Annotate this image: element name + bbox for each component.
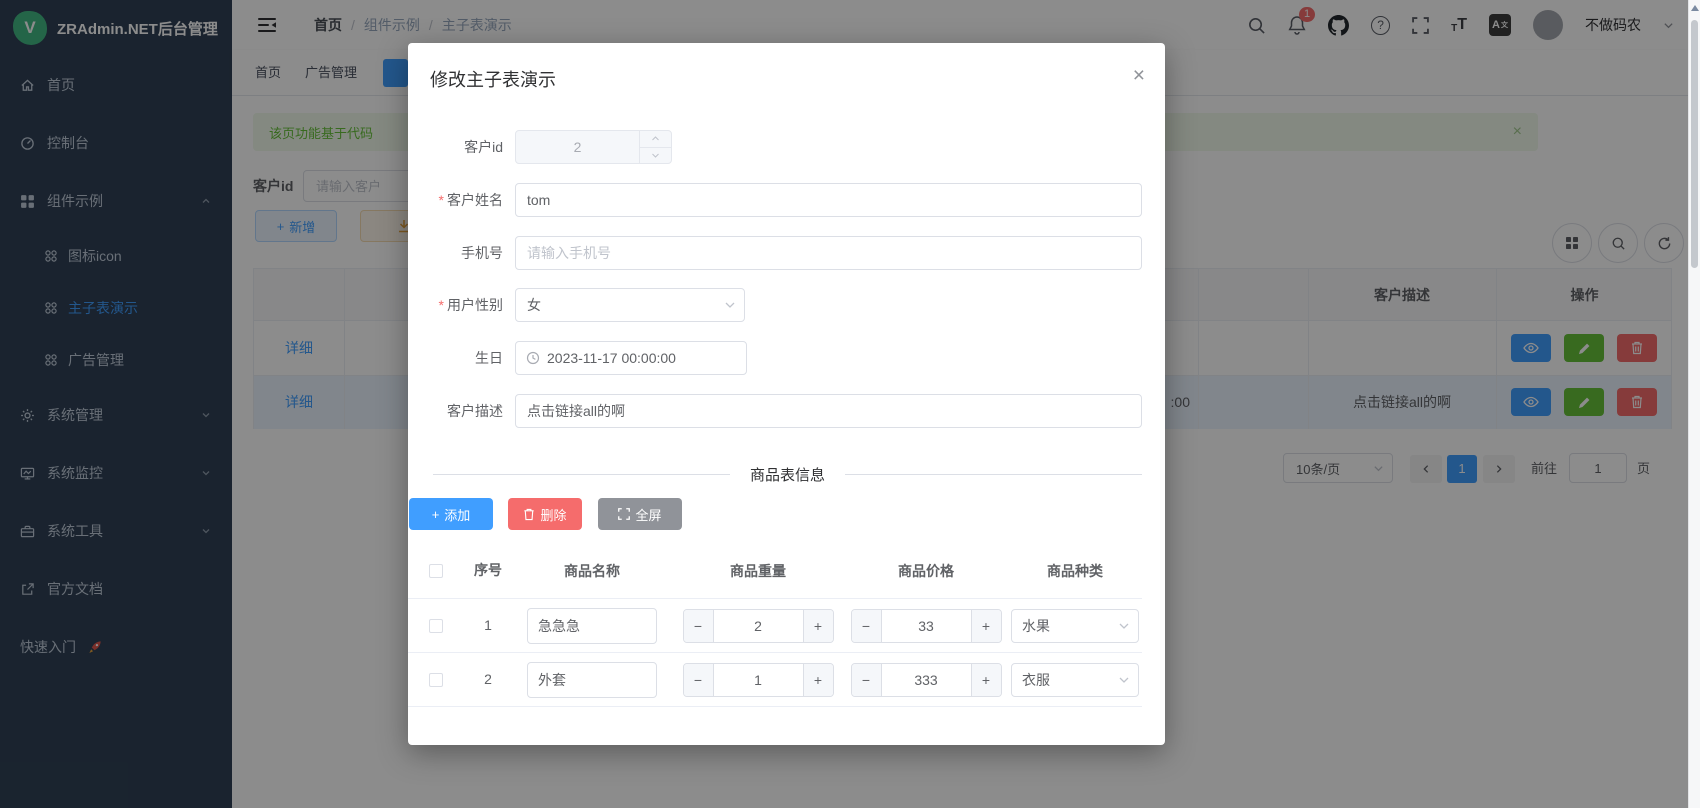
increase-button[interactable]: + — [971, 664, 1001, 696]
product-fullscreen-button[interactable]: 全屏 — [598, 498, 682, 530]
column-header-weight: 商品重量 — [672, 561, 844, 581]
product-table-header: 序号 商品名称 商品重量 商品价格 商品种类 — [408, 543, 1142, 599]
trash-icon — [523, 508, 535, 521]
row-index: 1 — [464, 616, 512, 634]
increase-button[interactable]: + — [971, 610, 1001, 642]
edit-dialog: 修改主子表演示 × 客户id 2 *客户姓名 手机号 *用户性别 女 生日 20… — [408, 43, 1165, 745]
product-table: 序号 商品名称 商品重量 商品价格 商品种类 1 − 2 + − 33 + — [408, 543, 1142, 707]
product-add-button[interactable]: + 添加 — [409, 498, 493, 530]
weight-stepper: − 2 + — [683, 609, 834, 643]
decrease-button[interactable]: − — [852, 664, 882, 696]
section-title: 商品表信息 — [730, 464, 845, 485]
column-header-price: 商品价格 — [844, 561, 1008, 581]
customer-name-input[interactable] — [515, 183, 1142, 217]
product-row: 2 − 1 + − 333 + 衣服 — [408, 653, 1142, 707]
price-stepper: − 33 + — [851, 609, 1002, 643]
close-icon[interactable]: × — [1133, 65, 1145, 86]
birthday-label: 生日 — [408, 341, 503, 375]
customer-id-stepper: 2 — [515, 130, 672, 164]
scrollbar-up-arrow[interactable] — [1691, 5, 1699, 11]
chevron-down-icon — [724, 299, 736, 311]
price-value[interactable]: 333 — [882, 664, 971, 696]
scrollbar-thumb[interactable] — [1691, 20, 1698, 268]
decrease-button[interactable]: − — [684, 610, 714, 642]
plus-icon: + — [432, 507, 440, 522]
product-row: 1 − 2 + − 33 + 水果 — [408, 599, 1142, 653]
description-input[interactable] — [515, 394, 1142, 428]
customer-name-label: *客户姓名 — [408, 183, 503, 217]
customer-id-label: 客户id — [408, 130, 503, 164]
increase-button[interactable]: + — [803, 610, 833, 642]
customer-id-value: 2 — [516, 131, 639, 163]
product-delete-button[interactable]: 删除 — [508, 498, 582, 530]
phone-label: 手机号 — [408, 236, 503, 270]
price-value[interactable]: 33 — [882, 610, 971, 642]
price-stepper: − 333 + — [851, 663, 1002, 697]
scrollbar[interactable] — [1688, 0, 1700, 808]
decrease-button[interactable]: − — [684, 664, 714, 696]
weight-value[interactable]: 2 — [714, 610, 803, 642]
product-name-input[interactable] — [527, 608, 657, 644]
decrease-button[interactable]: − — [852, 610, 882, 642]
weight-stepper: − 1 + — [683, 663, 834, 697]
row-index: 2 — [464, 670, 512, 688]
select-all-checkbox[interactable] — [429, 564, 443, 578]
product-name-input[interactable] — [527, 662, 657, 698]
description-label: 客户描述 — [408, 394, 503, 428]
phone-input[interactable] — [515, 236, 1142, 270]
column-header-name: 商品名称 — [512, 561, 672, 581]
chevron-down-icon — [1118, 620, 1130, 632]
column-header-category: 商品种类 — [1008, 561, 1142, 581]
clock-icon — [526, 351, 540, 365]
fullscreen-icon — [618, 508, 630, 520]
gender-select[interactable]: 女 — [515, 288, 745, 322]
birthday-date-picker[interactable]: 2023-11-17 00:00:00 — [515, 341, 747, 375]
row-checkbox[interactable] — [429, 619, 443, 633]
increase-button[interactable]: + — [803, 664, 833, 696]
gender-label: *用户性别 — [408, 288, 503, 322]
category-select[interactable]: 衣服 — [1011, 663, 1139, 697]
row-checkbox[interactable] — [429, 673, 443, 687]
column-header-index: 序号 — [464, 561, 512, 579]
decrease-button — [640, 148, 671, 164]
dialog-title: 修改主子表演示 — [430, 66, 556, 92]
increase-button — [640, 131, 671, 148]
chevron-down-icon — [1118, 674, 1130, 686]
section-divider: 商品表信息 — [433, 463, 1142, 485]
weight-value[interactable]: 1 — [714, 664, 803, 696]
category-select[interactable]: 水果 — [1011, 609, 1139, 643]
